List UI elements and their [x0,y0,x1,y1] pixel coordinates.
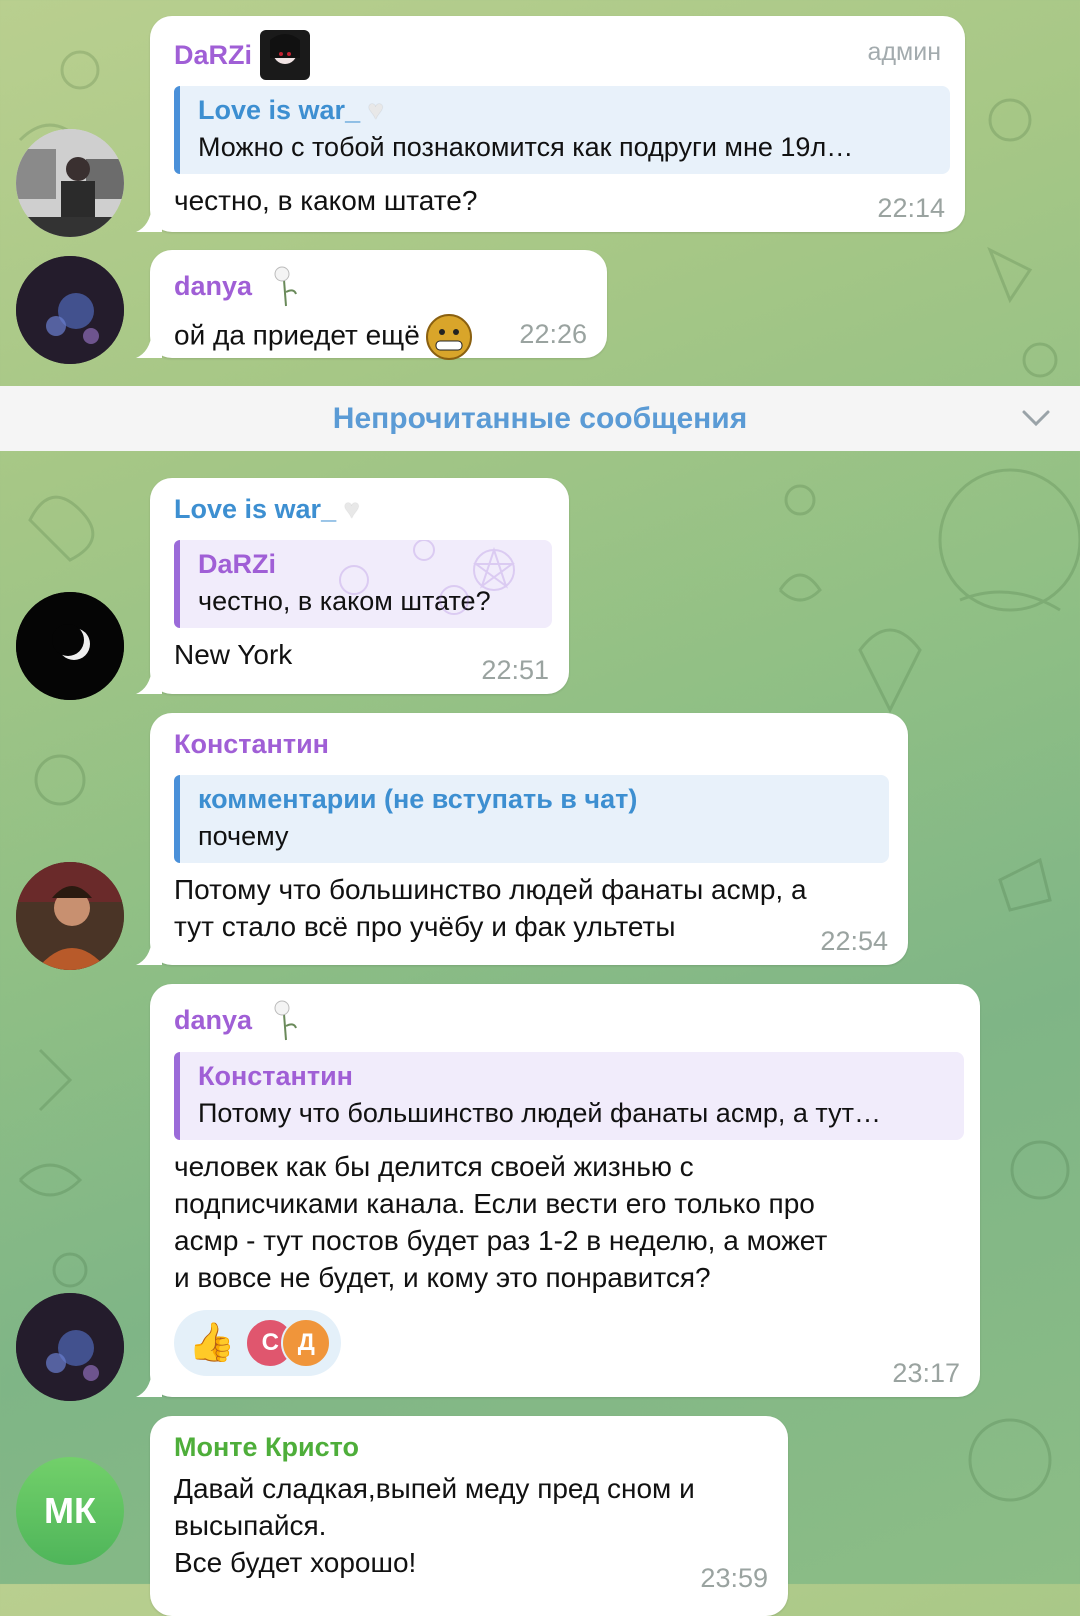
reply-sender: Константин [198,1061,353,1091]
message-text: честно, в каком штате? [174,185,478,216]
message-time: 22:51 [481,655,549,685]
reactor-avatar: Д [281,1318,332,1368]
reply-preview[interactable]: DaRZi честно, в каком штате? [174,540,552,628]
reply-sender: комментарии (не вступать в чат) [198,784,638,814]
avatar-photo [16,1293,124,1401]
reply-text: почему [198,821,289,851]
sender-name[interactable]: danya [174,269,252,303]
sender-name: Love is war_ ♥ [174,494,360,524]
avatar[interactable] [16,862,124,970]
sender-name[interactable]: Монте Кристо [174,1430,766,1464]
message-text: человек как бы делится своей жизнью с по… [174,1151,828,1293]
message-bubble[interactable]: danya ой да приедет ещё 22:26 [136,250,607,360]
reply-text: Потому что большинство людей фанаты асмр… [198,1098,881,1128]
message-text: Давай сладкая,выпей меду пред сном и выс… [174,1473,695,1578]
avatar-photo [16,592,124,700]
rose-icon [274,266,297,307]
rose-icon [274,1000,297,1041]
sender-name[interactable]: Константин [174,727,886,761]
admin-badge: админ [867,38,941,66]
unread-messages-divider: Непрочитанные сообщения [0,386,1080,451]
unread-label: Непрочитанные сообщения [332,401,748,435]
avatar-photo [16,129,124,237]
chevron-down-icon[interactable] [1020,406,1052,430]
message-time: 23:17 [892,1358,960,1388]
reply-text: Можно с тобой познакомится как подруги м… [198,132,854,162]
message-bubble[interactable]: DaRZi админ Love is war_ ♥ Можно с тобой… [136,16,965,232]
message-time: 22:26 [519,319,587,349]
avatar[interactable] [16,256,124,364]
white-heart-icon: ♥ [343,494,360,524]
message-bubble[interactable]: danya Константин Потому что большинство … [136,984,980,1397]
grinning-emoji-icon [425,314,472,360]
avatar[interactable] [16,129,124,237]
white-heart-icon: ♥ [367,95,384,125]
bubble-tail [136,668,162,694]
sender-name[interactable]: DaRZi [174,38,252,72]
sender-emoji-status-icon [260,30,311,80]
bubble-tail [136,206,162,232]
bubble-tail [136,939,162,965]
reply-sender: Love is war_ ♥ [198,95,384,125]
message-text: Потому что большинство людей фанаты асмр… [174,874,807,942]
reaction-chip[interactable]: 👍 С Д [174,1310,342,1376]
sender-name[interactable]: danya [174,1003,252,1037]
avatar[interactable]: МК [16,1457,124,1565]
bubble-tail [136,332,162,358]
avatar[interactable] [16,1293,124,1401]
avatar-photo [16,256,124,364]
message-time: 22:54 [820,926,888,956]
reply-preview[interactable]: Константин Потому что большинство людей … [174,1052,964,1140]
avatar-initials: МК [44,1490,96,1531]
bubble-tail [136,1371,162,1397]
pentagram-pattern-icon [339,540,516,615]
reply-preview[interactable]: комментарии (не вступать в чат) почему [174,775,889,863]
message-time: 22:14 [877,193,945,223]
thumbs-up-icon: 👍 [188,1322,236,1364]
avatar[interactable] [16,592,124,700]
message-bubble[interactable]: Монте Кристо Давай сладкая,выпей меду пр… [150,1416,788,1616]
message-bubble[interactable]: Love is war_ ♥ DaRZi честно, в каком шта… [136,478,569,694]
reply-preview[interactable]: Love is war_ ♥ Можно с тобой познакомитс… [174,86,950,174]
avatar-photo [16,862,124,970]
message-bubble[interactable]: Константин комментарии (не вступать в ча… [136,713,908,965]
message-time: 23:59 [700,1563,768,1593]
